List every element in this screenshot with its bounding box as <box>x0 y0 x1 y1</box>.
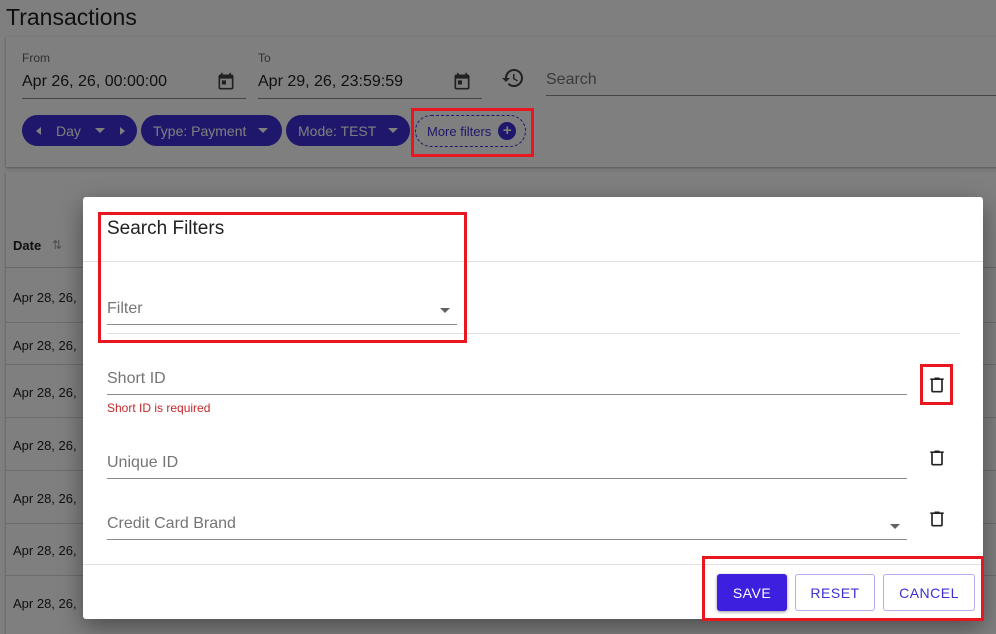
unique-id-label: Unique ID <box>107 454 179 471</box>
arrow-drop-down-icon[interactable] <box>890 524 900 529</box>
highlight-dialog-title-filter <box>98 212 467 343</box>
highlight-trash <box>920 364 953 405</box>
trash-icon[interactable] <box>927 447 947 469</box>
short-id-error: Short ID is required <box>107 401 211 415</box>
trash-icon[interactable] <box>927 508 947 530</box>
highlight-more-filters <box>411 108 534 157</box>
highlight-buttons <box>702 556 984 621</box>
credit-card-brand-label: Credit Card Brand <box>107 515 236 532</box>
short-id-label: Short ID <box>107 370 166 387</box>
